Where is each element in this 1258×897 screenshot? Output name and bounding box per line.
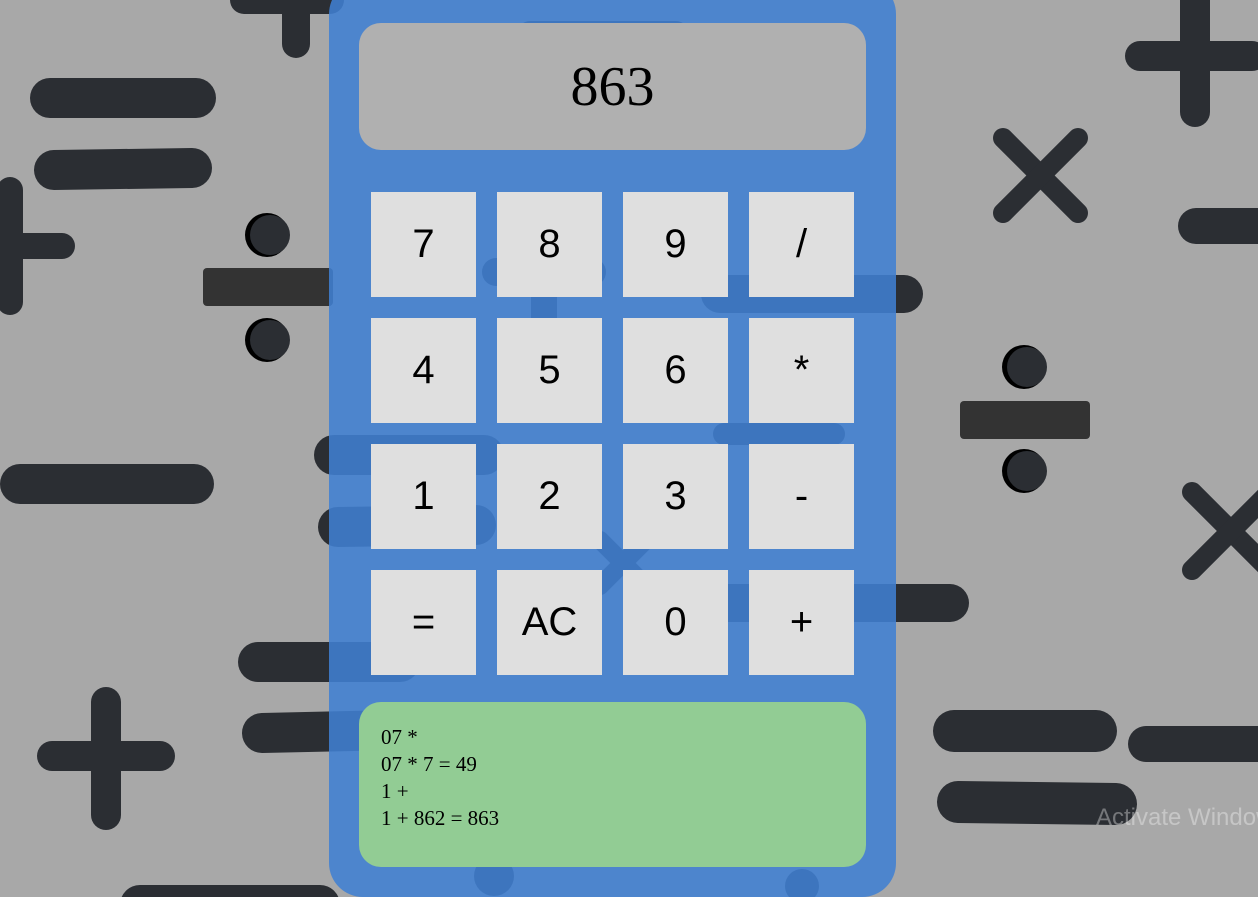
plus-icon xyxy=(1125,0,1258,127)
key-add[interactable]: + xyxy=(749,570,854,675)
key-9[interactable]: 9 xyxy=(623,192,728,297)
history-entry: 07 * xyxy=(381,725,418,749)
key-5[interactable]: 5 xyxy=(497,318,602,423)
key-8[interactable]: 8 xyxy=(497,192,602,297)
key-0[interactable]: 0 xyxy=(623,570,728,675)
plus-icon xyxy=(230,0,344,58)
display-value: 863 xyxy=(570,55,655,118)
activation-watermark: Activate Windows xyxy=(1096,804,1258,831)
equals-icon xyxy=(933,710,1137,825)
history-panel: 07 * 07 * 7 = 49 1 + 1 + 862 = 863 xyxy=(359,702,866,867)
divide-icon xyxy=(203,213,333,362)
multiply-icon xyxy=(993,128,1088,223)
key-1[interactable]: 1 xyxy=(371,444,476,549)
equals-icon xyxy=(30,78,216,190)
key-3[interactable]: 3 xyxy=(623,444,728,549)
history-entry: 07 * 7 = 49 xyxy=(381,752,477,776)
key-7[interactable]: 7 xyxy=(371,192,476,297)
multiply-icon xyxy=(1182,482,1258,580)
key-4[interactable]: 4 xyxy=(371,318,476,423)
history-entry: 1 + 862 = 863 xyxy=(381,806,500,830)
key-6[interactable]: 6 xyxy=(623,318,728,423)
plus-icon xyxy=(37,687,175,830)
key-equals[interactable]: = xyxy=(371,570,476,675)
divide-icon xyxy=(960,345,1090,493)
calculator: 863 7 8 9 / 4 5 6 * 1 2 3 - = AC 0 + 07 … xyxy=(329,0,896,897)
key-divide[interactable]: / xyxy=(749,192,854,297)
key-2[interactable]: 2 xyxy=(497,444,602,549)
key-multiply[interactable]: * xyxy=(749,318,854,423)
history-entry: 1 + xyxy=(381,779,409,803)
plus-icon xyxy=(0,177,75,315)
keypad: 7 8 9 / 4 5 6 * 1 2 3 - = AC 0 + xyxy=(371,192,854,675)
key-clear[interactable]: AC xyxy=(497,570,602,675)
calculator-display: 863 xyxy=(359,23,866,150)
key-subtract[interactable]: - xyxy=(749,444,854,549)
